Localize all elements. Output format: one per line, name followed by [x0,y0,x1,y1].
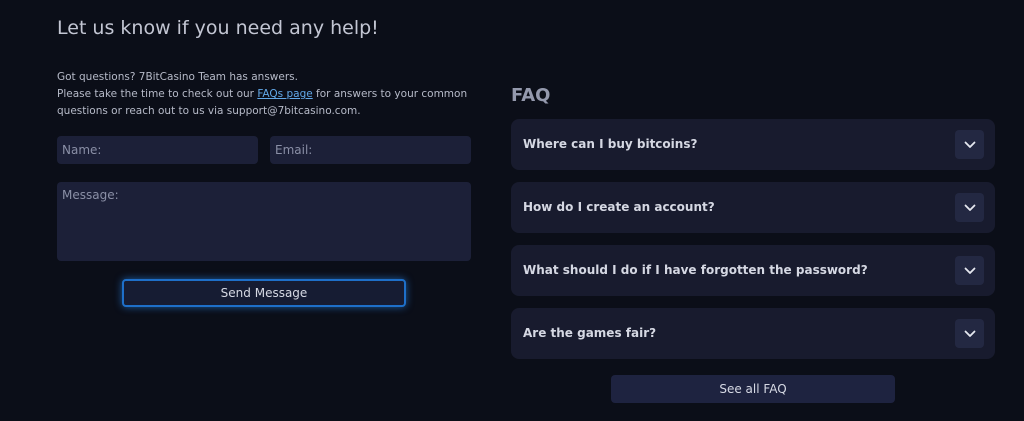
faqs-page-link[interactable]: FAQs page [257,88,312,100]
faq-heading: FAQ [511,85,551,106]
message-field[interactable] [57,182,471,261]
chevron-down-icon [964,204,975,211]
name-field[interactable] [57,136,258,164]
faq-expand-button[interactable] [955,319,984,348]
contact-description: Got questions? 7BitCasino Team has answe… [57,69,471,120]
contact-section: Let us know if you need any help! Got qu… [57,14,471,307]
contact-line-1: Got questions? 7BitCasino Team has answe… [57,71,298,83]
email-field[interactable] [270,136,471,164]
faq-item-games-fair[interactable]: Are the games fair? [511,308,995,359]
faq-expand-button[interactable] [955,256,984,285]
faq-item-create-account[interactable]: How do I create an account? [511,182,995,233]
chevron-down-icon [964,330,975,337]
see-all-faq-button[interactable]: See all FAQ [611,375,895,403]
faq-expand-button[interactable] [955,193,984,222]
help-page: Let us know if you need any help! Got qu… [0,0,1024,421]
contact-line-2: Please take the time to check out our FA… [57,86,471,120]
chevron-down-icon [964,267,975,274]
faq-question: Where can I buy bitcoins? [523,137,698,151]
faq-item-forgotten-password[interactable]: What should I do if I have forgotten the… [511,245,995,296]
chevron-down-icon [964,141,975,148]
faq-question: What should I do if I have forgotten the… [523,263,868,277]
faq-section: FAQ Where can I buy bitcoins? How do I c… [511,82,995,403]
faq-item-buy-bitcoins[interactable]: Where can I buy bitcoins? [511,119,995,170]
faq-expand-button[interactable] [955,130,984,159]
faq-question: Are the games fair? [523,326,657,340]
contact-title: Let us know if you need any help! [57,17,379,39]
send-message-button[interactable]: Send Message [122,279,406,307]
contact-line-2-before: Please take the time to check out our [57,88,258,100]
faq-question: How do I create an account? [523,200,715,214]
